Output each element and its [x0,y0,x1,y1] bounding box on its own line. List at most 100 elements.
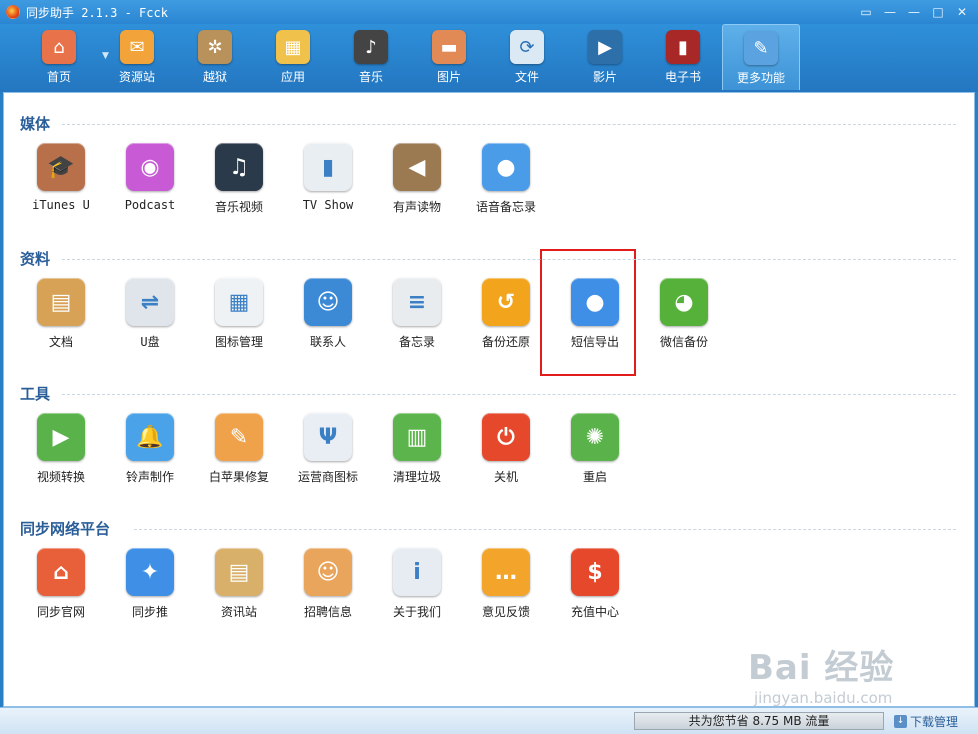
feature-item[interactable]: ✦ 同步推 [106,548,194,628]
minimize-button[interactable]: — [904,3,924,21]
feature-item[interactable]: ▤ 资讯站 [195,548,283,628]
feature-item[interactable]: Ψ 运营商图标 [284,413,372,493]
toolbar-item-6[interactable]: ⟳ 文件 [488,24,566,90]
backup-restore-icon: ↺ [482,278,530,326]
feature-item[interactable]: i 关于我们 [373,548,461,628]
feature-item[interactable]: ● 语音备忘录 [462,143,550,223]
home-dropdown-icon[interactable]: ▼ [102,51,109,61]
download-manager-label: 下载管理 [910,715,959,729]
feature-item[interactable]: ☺ 招聘信息 [284,548,372,628]
feature-label: iTunes U [32,198,90,212]
document-icon: ▤ [37,278,85,326]
feature-item[interactable]: ▶ 视频转换 [17,413,105,493]
feature-item[interactable]: … 意见反馈 [462,548,550,628]
feature-label: 运营商图标 [297,470,358,484]
feature-item[interactable]: ◀ 有声读物 [373,143,461,223]
toolbar-label: 音乐 [358,70,383,84]
toolbar-label: 越狱 [202,70,227,84]
feature-label: 充值中心 [570,605,619,619]
toolbar-item-7[interactable]: ▶ 影片 [566,24,644,90]
toolbar-item-5[interactable]: ▬ 图片 [410,24,488,90]
feature-item[interactable]: 🎓 iTunes U [17,143,105,223]
toolbar-item-1[interactable]: ✉ 资源站 [98,24,176,90]
feature-label: 关于我们 [392,605,441,619]
feature-item[interactable]: ▦ 图标管理 [195,278,283,358]
toolbar-label: 应用 [280,70,305,84]
feature-label: 清理垃圾 [392,470,441,484]
feature-label: 有声读物 [392,200,441,214]
feature-label: 语音备忘录 [475,200,536,214]
people-icon: ☺ [304,548,352,596]
feature-label: 微信备份 [659,335,708,349]
feature-label: 招聘信息 [303,605,352,619]
feature-item[interactable]: ▥ 清理垃圾 [373,413,461,493]
toolbar-label: 更多功能 [736,71,785,85]
feature-item[interactable]: $ 充值中心 [551,548,639,628]
download-manager-button[interactable]: ↓ 下载管理 [894,713,958,730]
feature-item[interactable]: ▤ 文档 [17,278,105,358]
feedback-window-icon[interactable]: ▭ [856,3,876,21]
section-divider [62,124,956,125]
usb-drive-icon: ⇌ [126,278,174,326]
toolbar-label: 图片 [436,70,461,84]
watermark-sub: jingyan.baidu.com [754,689,893,707]
home-icon: ⌂ [42,30,76,64]
menu-icon[interactable]: — [880,3,900,21]
photo-icon: ▬ [432,30,466,64]
graduation-cap-icon: 🎓 [37,143,85,191]
section-title: 工具 [20,385,51,403]
feature-label: 文档 [48,335,73,349]
status-bar: 共为您节省 8.75 MB 流量 ↓ 下载管理 [0,707,978,734]
feature-label: U盘 [140,335,160,349]
feature-item[interactable]: ≡ 备忘录 [373,278,461,358]
feature-item[interactable]: 🔔 铃声制作 [106,413,194,493]
feature-item[interactable]: ↺ 备份还原 [462,278,550,358]
close-button[interactable]: ✕ [952,3,972,21]
feature-label: 白苹果修复 [208,470,269,484]
sync-push-icon: ✦ [126,548,174,596]
toolbar-item-2[interactable]: ✲ 越狱 [176,24,254,90]
feedback-icon: … [482,548,530,596]
toolbar-label: 资源站 [118,70,155,84]
feature-label: 图标管理 [214,335,263,349]
toolbar-item-4[interactable]: ♪ 音乐 [332,24,410,90]
feature-label: 关机 [493,470,518,484]
toolbar-item-8[interactable]: ▮ 电子书 [644,24,722,90]
feature-item[interactable]: ⇌ U盘 [106,278,194,358]
feature-item[interactable]: ▮ TV Show [284,143,372,223]
traffic-saved-text: 共为您节省 8.75 MB 流量 [634,712,884,730]
feature-label: 重启 [582,470,607,484]
feature-item[interactable]: ● 短信导出 [551,278,639,358]
bell-icon: 🔔 [126,413,174,461]
music-note-icon: ♪ [354,30,388,64]
news-icon: ▤ [215,548,263,596]
feature-item[interactable]: ◉ Podcast [106,143,194,223]
baidu-jingyan-watermark: Bai 经验 jingyan.baidu.com [748,640,894,707]
feature-item[interactable]: ◕ 微信备份 [640,278,728,358]
maximize-button[interactable]: □ [928,3,948,21]
notes-icon: ≡ [393,278,441,326]
feature-item[interactable]: ⏻ 关机 [462,413,550,493]
antenna-icon: Ψ [304,413,352,461]
podcast-icon: ◉ [126,143,174,191]
dollar-icon: $ [571,548,619,596]
message-bubble-icon: ● [571,278,619,326]
feature-item[interactable]: ✺ 重启 [551,413,639,493]
folder-sync-icon: ⟳ [510,30,544,64]
shopping-bag-icon: ✉ [120,30,154,64]
title-bar: 同步助手 2.1.3 - Fcck ▭ — — □ ✕ [0,0,978,24]
feature-item[interactable]: ☺ 联系人 [284,278,372,358]
wrench-icon: ✎ [215,413,263,461]
feature-label: Podcast [124,198,176,212]
feature-label: 同步官网 [36,605,85,619]
toolbar-item-3[interactable]: ▦ 应用 [254,24,332,90]
section-divider [62,259,956,260]
feature-item[interactable]: ✎ 白苹果修复 [195,413,283,493]
toolbar-label: 电子书 [664,70,701,84]
toolbar-item-0[interactable]: ⌂ 首页 [20,24,98,90]
feature-label: 同步推 [131,605,168,619]
toolbar-item-9[interactable]: ✎ 更多功能 [722,24,800,90]
feature-item[interactable]: ⌂ 同步官网 [17,548,105,628]
feature-item[interactable]: ♫ 音乐视频 [195,143,283,223]
audiobook-icon: ◀ [393,143,441,191]
